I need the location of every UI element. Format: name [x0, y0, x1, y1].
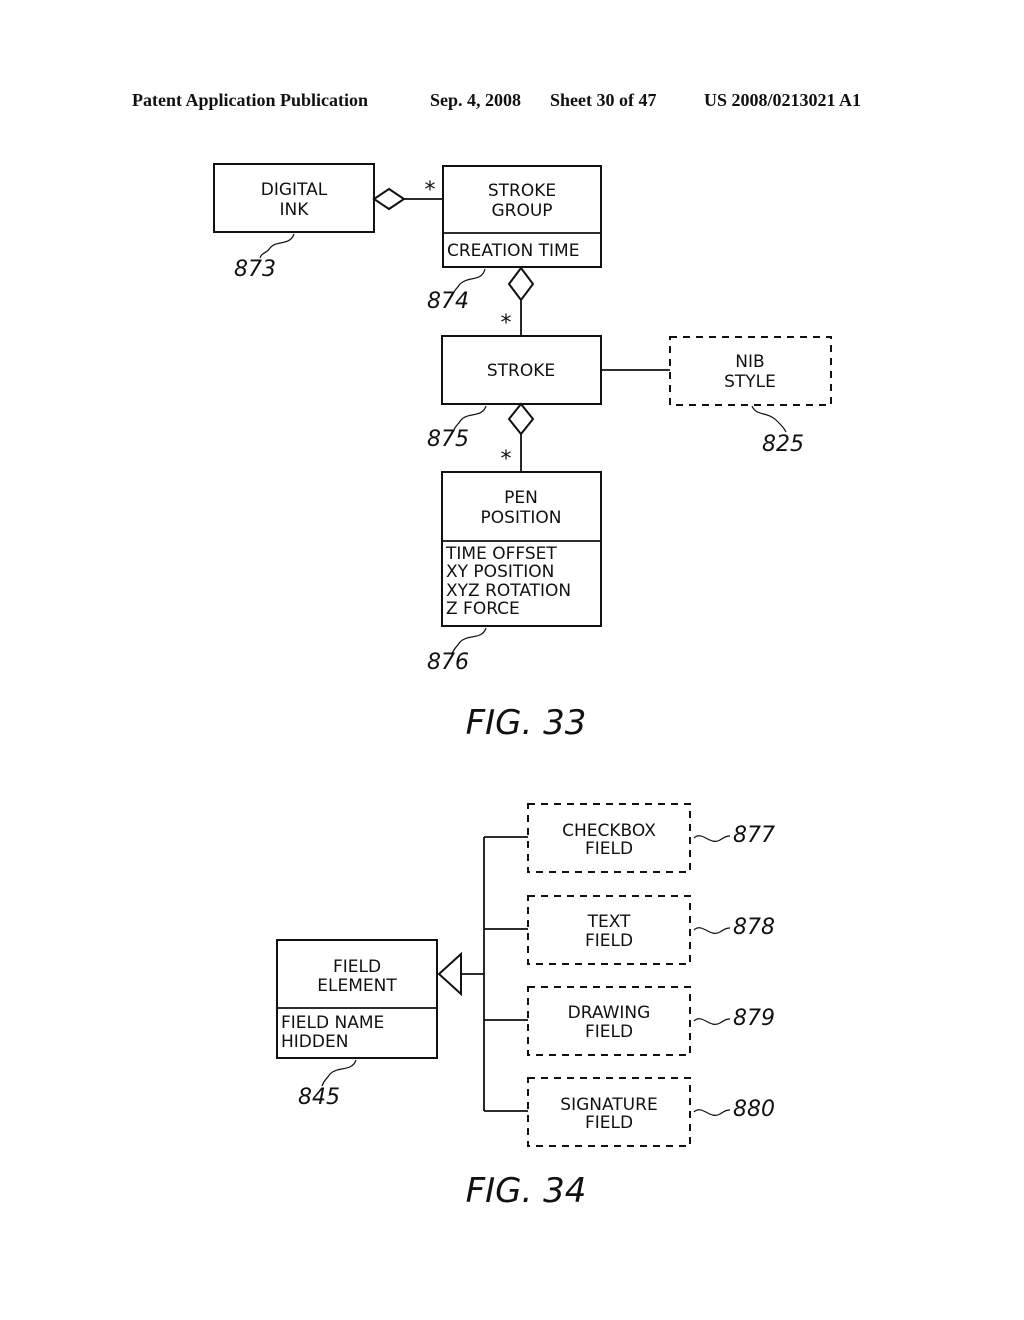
aggregation-diamond-icon: [507, 266, 535, 302]
pen-position-label-2: POSITION: [481, 508, 562, 528]
digital-ink-label-1: DIGITAL: [261, 180, 328, 200]
pen-position-attr-time-offset: TIME OFFSET: [445, 544, 557, 564]
ref-879: 879: [733, 1006, 775, 1031]
class-field-element: FIELD ELEMENT FIELD NAME HIDDEN 845: [276, 939, 438, 1110]
stroke-group-label-1: STROKE: [488, 181, 556, 201]
class-signature-field: SIGNATURE FIELD 880: [527, 1077, 775, 1147]
pen-position-attr-z-force: Z FORCE: [446, 599, 520, 619]
checkbox-field-label-1: CHECKBOX: [562, 821, 656, 841]
ref-825: 825: [762, 432, 804, 457]
ref-leader-878: [693, 927, 731, 934]
ref-878: 878: [733, 915, 775, 940]
field-element-label-1: FIELD: [333, 957, 381, 977]
text-field-label-2: FIELD: [585, 931, 633, 951]
signature-field-label-1: SIGNATURE: [560, 1095, 657, 1115]
multiplicity-star: *: [501, 311, 512, 336]
figure-caption-33: FIG. 33: [466, 703, 587, 743]
class-digital-ink: DIGITAL INK 873: [213, 163, 375, 282]
stroke-group-label-2: GROUP: [491, 201, 552, 221]
nib-style-label-1: NIB: [735, 352, 764, 372]
fig33-diagram: DIGITAL INK 873 * STROKE GROUP CREATION …: [213, 163, 832, 743]
signature-field-label-2: FIELD: [585, 1113, 633, 1133]
ref-leader-825: [751, 405, 787, 433]
ref-877: 877: [733, 823, 775, 848]
pen-position-attr-xy-position: XY POSITION: [446, 562, 554, 582]
pen-position-label-1: PEN: [504, 488, 538, 508]
class-nib-style: NIB STYLE 825: [669, 336, 832, 457]
ref-leader-880: [693, 1109, 731, 1116]
aggregation-diamond-icon: [372, 187, 406, 211]
digital-ink-label-2: INK: [280, 200, 310, 220]
text-field-label-1: TEXT: [587, 912, 631, 932]
uml-diagrams: DIGITAL INK 873 * STROKE GROUP CREATION …: [213, 163, 832, 1211]
class-stroke: STROKE 875: [427, 335, 602, 452]
field-element-label-2: ELEMENT: [317, 976, 397, 996]
multiplicity-star: *: [501, 447, 512, 472]
stroke-group-attr-creation-time: CREATION TIME: [447, 241, 579, 261]
class-text-field: TEXT FIELD 878: [527, 895, 775, 965]
class-checkbox-field: CHECKBOX FIELD 877: [527, 803, 775, 873]
ref-873: 873: [234, 257, 276, 282]
drawing-field-label-2: FIELD: [585, 1022, 633, 1042]
ref-880: 880: [733, 1097, 775, 1122]
ref-leader-879: [693, 1018, 731, 1025]
class-drawing-field: DRAWING FIELD 879: [527, 986, 775, 1056]
figure-caption-34: FIG. 34: [466, 1171, 587, 1211]
ref-875: 875: [427, 427, 469, 452]
generalization-triangle-icon: [437, 951, 462, 997]
field-element-attr-field-name: FIELD NAME: [281, 1013, 384, 1033]
ref-845: 845: [298, 1085, 340, 1110]
field-element-attr-hidden: HIDDEN: [281, 1032, 348, 1052]
ref-874: 874: [427, 289, 469, 314]
ref-876: 876: [427, 650, 469, 675]
ref-leader-877: [693, 835, 731, 842]
pen-position-attr-xyz-rotation: XYZ ROTATION: [446, 581, 571, 601]
fig34-diagram: FIELD ELEMENT FIELD NAME HIDDEN 845 CHEC…: [276, 803, 775, 1211]
stroke-label: STROKE: [487, 361, 555, 381]
drawing-field-label-1: DRAWING: [568, 1003, 651, 1023]
ref-leader-845: [321, 1059, 357, 1087]
ref-leader-873: [259, 233, 295, 259]
nib-style-label-2: STYLE: [724, 372, 776, 392]
checkbox-field-label-2: FIELD: [585, 839, 633, 859]
class-pen-position: PEN POSITION TIME OFFSET XY POSITION XYZ…: [427, 471, 602, 675]
multiplicity-star: *: [425, 178, 436, 203]
aggregation-diamond-icon: [507, 402, 535, 436]
